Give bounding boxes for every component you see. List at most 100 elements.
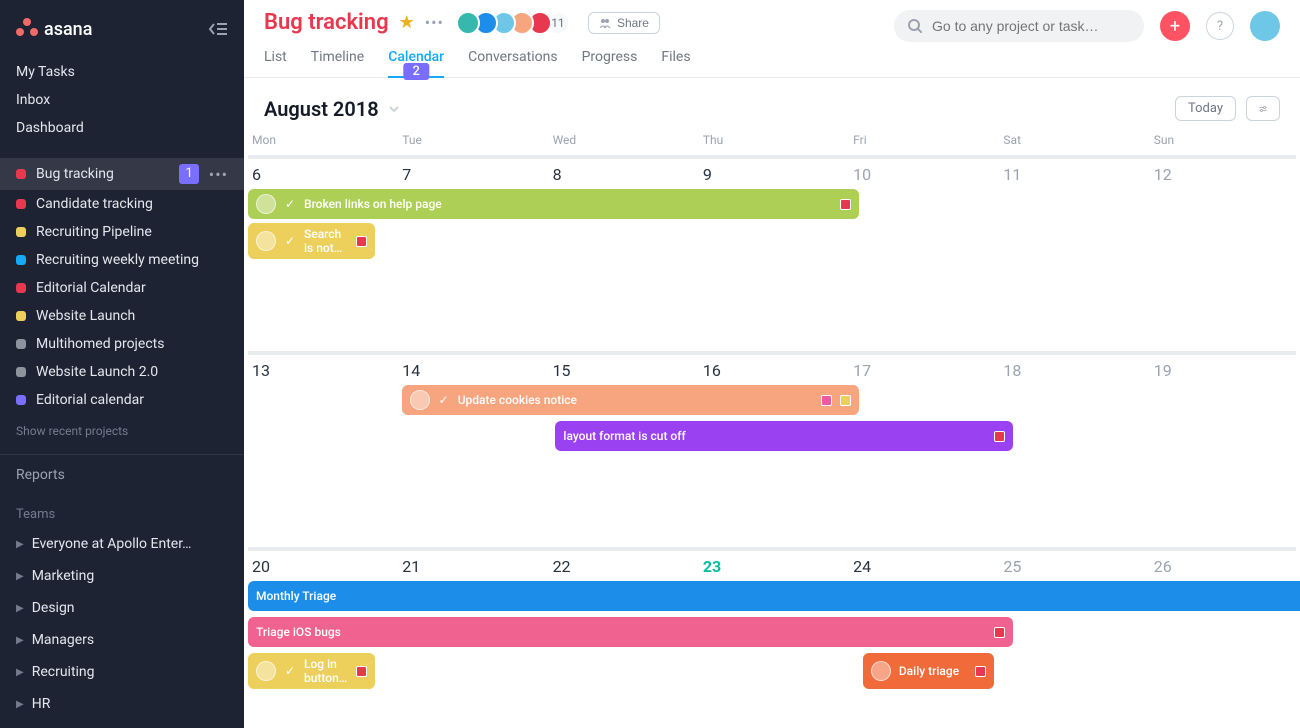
tab-files[interactable]: Files xyxy=(661,45,690,77)
team-name: Recruiting xyxy=(32,664,95,680)
day-number: 22 xyxy=(549,551,695,580)
calendar-cell[interactable]: 8 xyxy=(549,155,695,351)
search-input[interactable] xyxy=(932,18,1130,34)
calendar-cell[interactable]: 26 xyxy=(1150,547,1296,728)
nav-inbox[interactable]: Inbox xyxy=(0,86,244,114)
calendar-cell[interactable]: 13 xyxy=(248,351,394,547)
assignee-avatar xyxy=(256,231,276,251)
calendar-cell[interactable]: 25 xyxy=(999,547,1145,728)
team-1[interactable]: ▶Marketing xyxy=(0,560,244,592)
calendar-cell[interactable]: 14 xyxy=(398,351,544,547)
calendar-cell[interactable]: 10 xyxy=(849,155,995,351)
help-button[interactable]: ? xyxy=(1206,12,1234,40)
collapse-sidebar-icon[interactable] xyxy=(208,21,228,37)
calendar-task[interactable]: Triage iOS bugs xyxy=(248,617,1013,647)
task-tag xyxy=(821,395,832,406)
calendar-task[interactable]: ✓Search is not… xyxy=(248,223,375,259)
calendar-cell[interactable]: 7 xyxy=(398,155,544,351)
calendar-cell[interactable]: 12 xyxy=(1150,155,1296,351)
asana-logo[interactable]: asana xyxy=(16,18,92,40)
calendar-task[interactable]: layout format is cut off xyxy=(555,421,1012,451)
nav-my-tasks[interactable]: My Tasks xyxy=(0,58,244,86)
day-number: 26 xyxy=(1150,551,1296,580)
tab-conversations[interactable]: Conversations xyxy=(468,45,557,77)
sidebar-project-7[interactable]: Website Launch 2.0 xyxy=(0,358,244,386)
team-0[interactable]: ▶ Everyone at Apollo Enter… xyxy=(0,528,244,560)
sidebar: asana My Tasks Inbox Dashboard Bug track… xyxy=(0,0,244,728)
filter-button[interactable] xyxy=(1246,96,1280,121)
team-4[interactable]: ▶Recruiting xyxy=(0,656,244,688)
sidebar-project-0[interactable]: Bug tracking 1 ••• xyxy=(0,158,244,190)
sidebar-project-5[interactable]: Website Launch xyxy=(0,302,244,330)
weekday-label: Mon xyxy=(248,129,394,155)
month-picker[interactable]: August 2018 xyxy=(264,97,401,121)
project-name: Website Launch xyxy=(36,308,228,324)
project-name: Candidate tracking xyxy=(36,196,228,212)
day-number: 18 xyxy=(999,355,1145,384)
calendar-cell[interactable]: 11 xyxy=(999,155,1145,351)
calendar-task[interactable]: ✓Log in button… xyxy=(248,653,375,689)
project-name: Recruiting Pipeline xyxy=(36,224,228,240)
task-title: Update cookies notice xyxy=(458,393,813,407)
calendar-task[interactable]: ✓Update cookies notice xyxy=(402,385,859,415)
member-avatars[interactable]: 11 xyxy=(462,11,570,35)
avatar[interactable] xyxy=(1250,11,1280,41)
caret-right-icon: ▶ xyxy=(16,539,24,550)
month-label: August 2018 xyxy=(264,97,379,121)
tab-calendar[interactable]: Calendar2 xyxy=(388,45,444,77)
tab-progress[interactable]: Progress xyxy=(582,45,638,77)
tab-list[interactable]: List xyxy=(264,45,287,77)
calendar-task[interactable]: Daily triage xyxy=(863,653,994,689)
today-button[interactable]: Today xyxy=(1175,96,1236,121)
member-avatar xyxy=(456,11,480,35)
team-list: ▶ Everyone at Apollo Enter… ▶Marketing▶Des… xyxy=(0,528,244,720)
calendar-cell[interactable]: 18 xyxy=(999,351,1145,547)
search-box[interactable] xyxy=(894,10,1144,42)
team-3[interactable]: ▶Managers xyxy=(0,624,244,656)
tab-timeline[interactable]: Timeline xyxy=(311,45,364,77)
share-button[interactable]: Share xyxy=(588,12,660,34)
add-button[interactable]: + xyxy=(1160,11,1190,41)
more-icon[interactable]: ••• xyxy=(425,13,444,32)
calendar-grid: 6789101112✓Broken links on help page✓Sea… xyxy=(244,155,1300,728)
reports-link[interactable]: Reports xyxy=(0,454,244,495)
calendar-row: 13141516171819✓Update cookies noticelayo… xyxy=(248,351,1296,547)
task-title: Daily triage xyxy=(899,664,967,678)
calendar-task[interactable]: Monthly Triage xyxy=(248,581,1300,611)
star-icon[interactable]: ★ xyxy=(399,12,415,33)
sidebar-project-3[interactable]: Recruiting weekly meeting xyxy=(0,246,244,274)
sidebar-project-4[interactable]: Editorial Calendar xyxy=(0,274,244,302)
teams-label: Teams xyxy=(0,495,244,528)
sidebar-project-1[interactable]: Candidate tracking xyxy=(0,190,244,218)
nav-dashboard[interactable]: Dashboard xyxy=(0,114,244,142)
sidebar-project-6[interactable]: Multihomed projects xyxy=(0,330,244,358)
task-title: Triage iOS bugs xyxy=(256,625,986,639)
task-tag xyxy=(356,236,367,247)
team-2[interactable]: ▶Design xyxy=(0,592,244,624)
day-number: 15 xyxy=(549,355,695,384)
day-number: 13 xyxy=(248,355,394,384)
team-5[interactable]: ▶HR xyxy=(0,688,244,720)
task-tag xyxy=(994,431,1005,442)
task-tag xyxy=(840,199,851,210)
task-title: Broken links on help page xyxy=(304,197,832,211)
sidebar-project-8[interactable]: Editorial calendar xyxy=(0,386,244,414)
sidebar-project-2[interactable]: Recruiting Pipeline xyxy=(0,218,244,246)
weekday-label: Sat xyxy=(999,129,1145,155)
project-color-chip xyxy=(16,395,26,405)
project-color-chip xyxy=(16,199,26,209)
project-more-icon[interactable]: ••• xyxy=(209,165,228,184)
show-recent-projects[interactable]: Show recent projects xyxy=(0,414,244,448)
people-icon xyxy=(599,18,611,28)
caret-right-icon: ▶ xyxy=(16,603,24,614)
task-tag xyxy=(840,395,851,406)
team-name: HR xyxy=(32,696,51,712)
project-color-chip xyxy=(16,283,26,293)
team-name: Everyone at Apollo Enter… xyxy=(32,536,192,552)
logo-text: asana xyxy=(44,19,92,40)
tabs: List Timeline Calendar2 Conversations Progre… xyxy=(264,45,1280,77)
calendar-cell[interactable]: 9 xyxy=(699,155,845,351)
project-color-chip xyxy=(16,339,26,349)
calendar-cell[interactable]: 19 xyxy=(1150,351,1296,547)
calendar-task[interactable]: ✓Broken links on help page xyxy=(248,189,859,219)
